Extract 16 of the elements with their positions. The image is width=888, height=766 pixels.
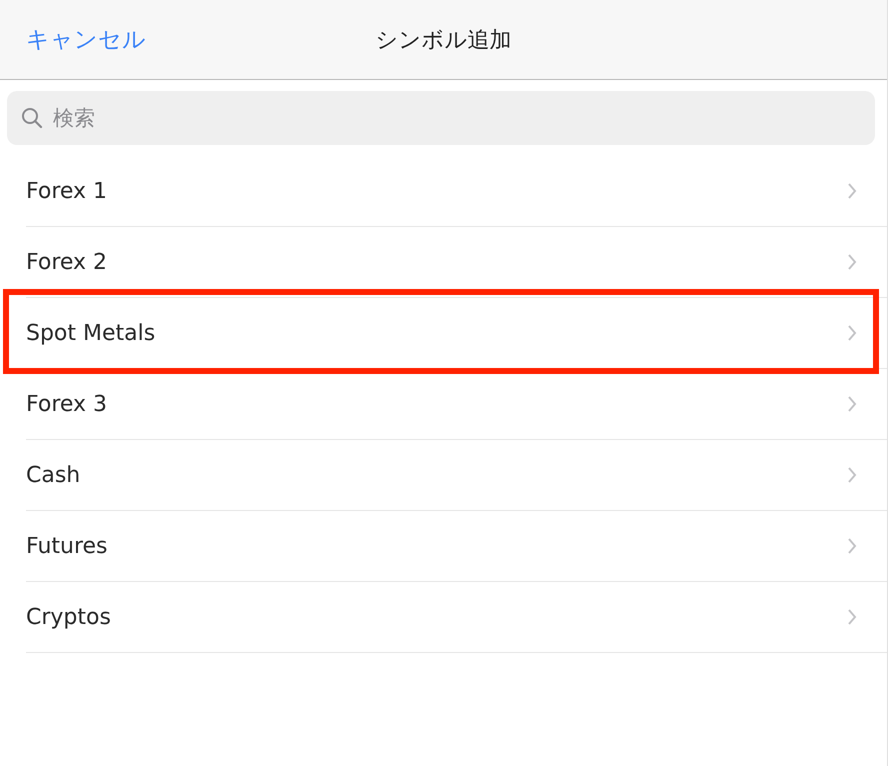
list-item[interactable]: Forex 3 bbox=[26, 369, 887, 440]
list-item[interactable]: Forex 1 bbox=[26, 156, 887, 227]
list-item[interactable]: Spot Metals bbox=[26, 298, 887, 369]
chevron-icon bbox=[847, 466, 857, 484]
chevron-icon bbox=[847, 608, 857, 626]
search-field[interactable]: 検索 bbox=[7, 91, 875, 145]
chevron-icon bbox=[847, 253, 857, 271]
list-item[interactable]: Cash bbox=[26, 440, 887, 511]
chevron-icon bbox=[847, 182, 857, 200]
chevron-icon bbox=[847, 537, 857, 555]
chevron-icon bbox=[847, 395, 857, 413]
list-item[interactable]: Cryptos bbox=[26, 582, 887, 653]
list-item[interactable]: Futures bbox=[26, 511, 887, 582]
chevron-icon bbox=[847, 324, 857, 342]
nav-title: シンボル追加 bbox=[376, 26, 512, 54]
list-item[interactable]: Forex 2 bbox=[26, 227, 887, 298]
